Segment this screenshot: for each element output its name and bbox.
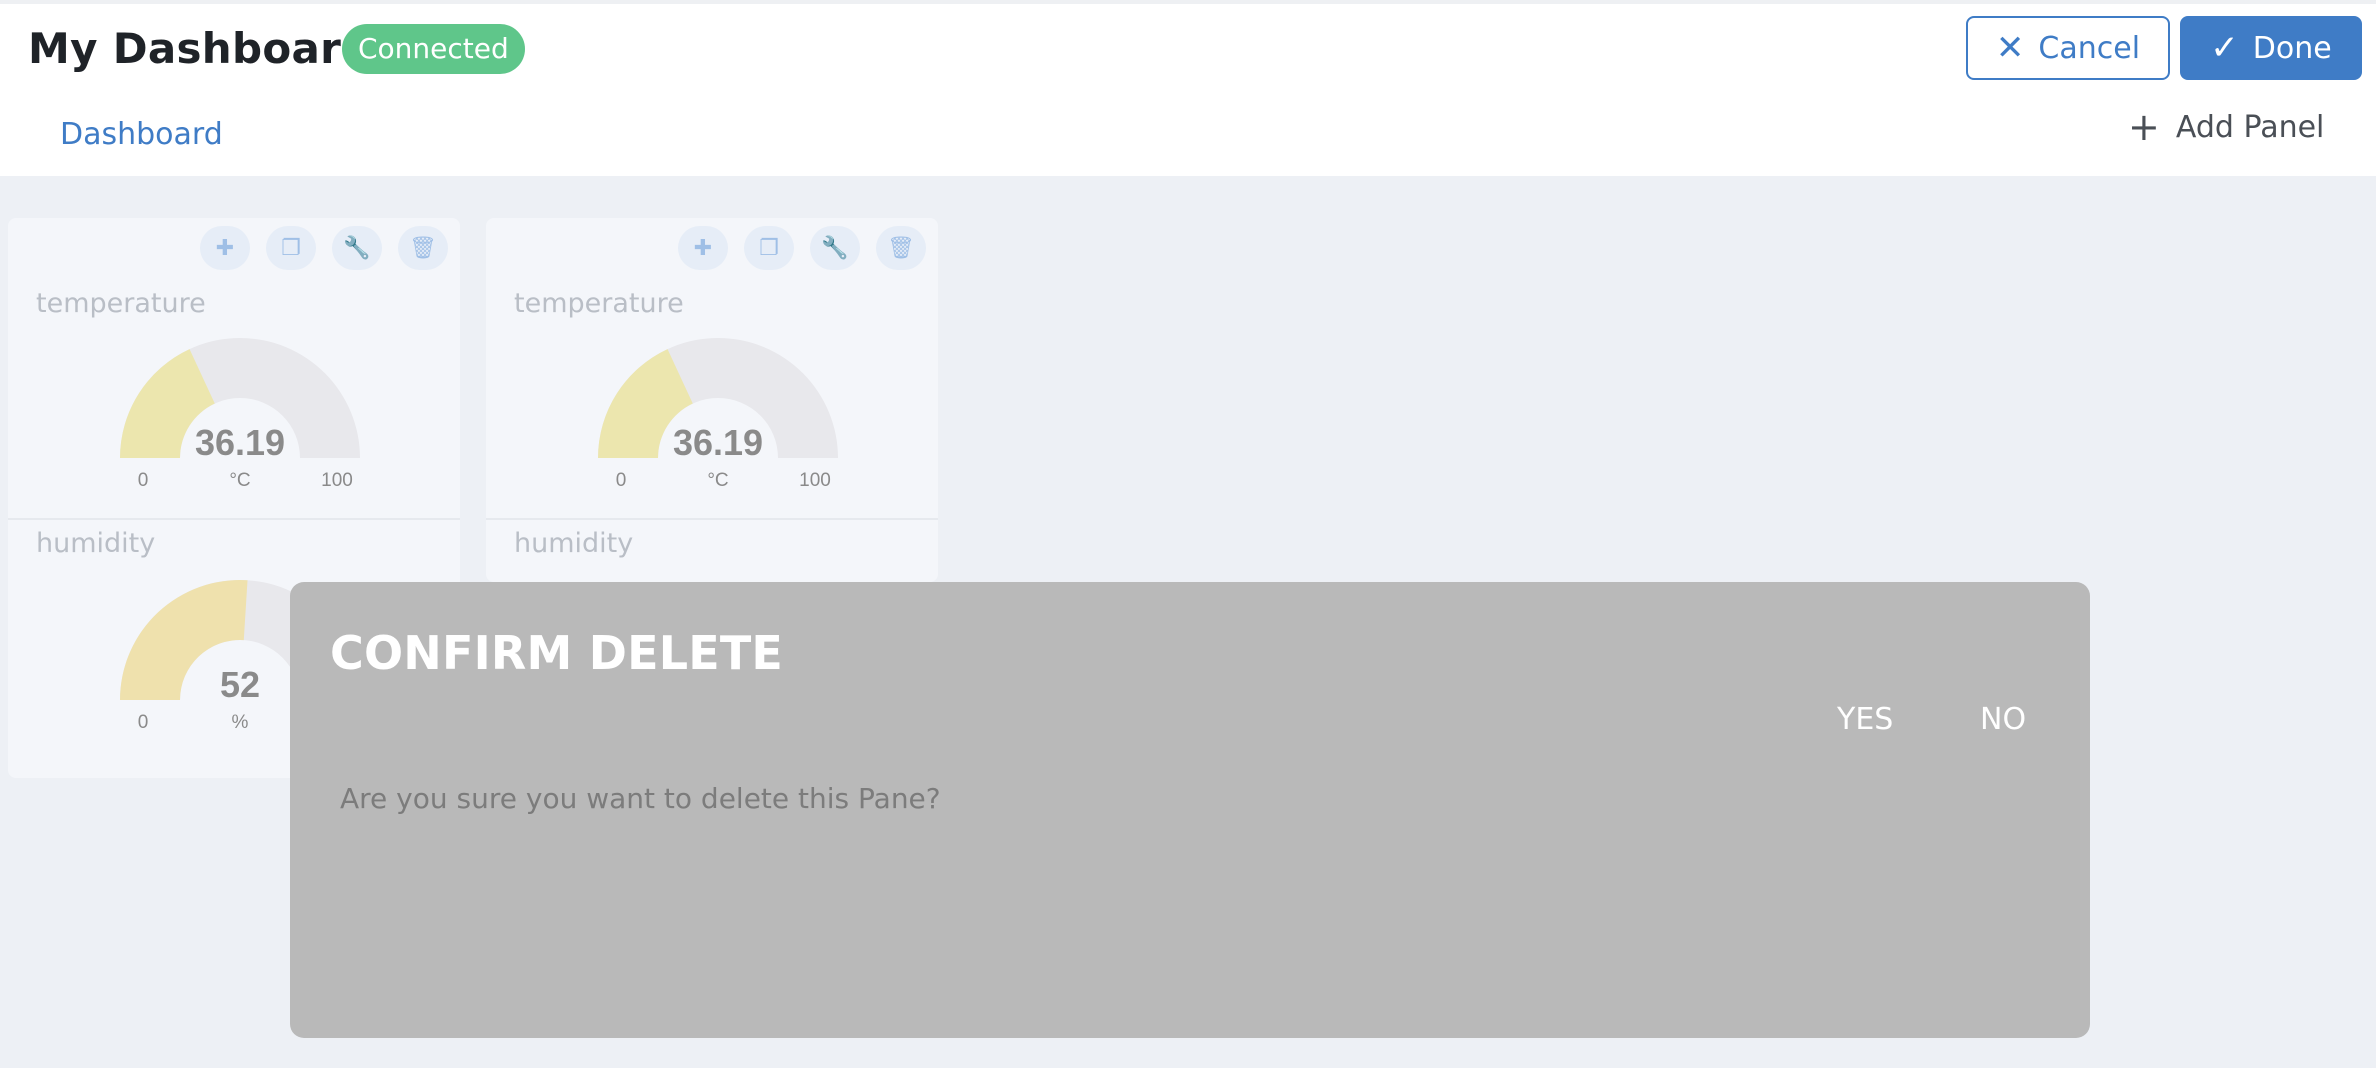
widget-title: temperature (36, 288, 206, 319)
pane-2: ✚ ❐ 🔧 🗑 temperature 36.19 °C 0 100 humid… (486, 218, 938, 582)
page-title: My Dashboard (28, 24, 372, 73)
top-header: My Dashboard Connected ✕ Cancel ✓ Done D… (0, 0, 2376, 176)
cancel-label: Cancel (2038, 30, 2141, 66)
done-button[interactable]: ✓ Done (2180, 16, 2362, 80)
gauge-widget: temperature 36.19 °C 0 100 (486, 218, 938, 491)
gauge-value: 36.19 (673, 422, 763, 463)
gauge-min: 0 (138, 712, 149, 733)
gauge-unit: °C (229, 470, 250, 491)
status-badge: Connected (342, 24, 525, 74)
confirm-delete-dialog: CONFIRM DELETE YES NO Are you sure you w… (290, 582, 2090, 1038)
gauge: 36.19 °C 0 100 (120, 338, 360, 491)
gauge-min: 0 (138, 470, 149, 491)
dialog-title: CONFIRM DELETE (330, 626, 784, 680)
dialog-message: Are you sure you want to delete this Pan… (340, 782, 941, 815)
no-button[interactable]: NO (1980, 702, 2026, 737)
add-panel-button[interactable]: + Add Panel (2128, 108, 2324, 146)
widget-title: humidity (514, 528, 634, 559)
gauge-max: 100 (321, 470, 353, 491)
gauge-unit: % (232, 712, 249, 733)
gauge-value: 52 (220, 664, 260, 705)
gauge-value: 36.19 (195, 422, 285, 463)
gauge-unit: °C (707, 470, 728, 491)
cancel-button[interactable]: ✕ Cancel (1966, 16, 2170, 80)
add-panel-label: Add Panel (2175, 109, 2325, 145)
widget-title: temperature (514, 288, 684, 319)
gauge-min: 0 (616, 470, 627, 491)
gauge-max: 100 (799, 470, 831, 491)
gauge: 36.19 °C 0 100 (598, 338, 838, 491)
done-label: Done (2252, 30, 2332, 66)
gauge-widget: temperature 36.19 °C 0 100 (8, 218, 460, 491)
dashboard-app: My Dashboard Connected ✕ Cancel ✓ Done D… (0, 0, 2376, 1068)
yes-button[interactable]: YES (1837, 702, 1893, 737)
tab-dashboard[interactable]: Dashboard (60, 117, 223, 152)
check-icon: ✓ (2210, 28, 2239, 68)
widget-title: humidity (36, 528, 156, 559)
close-icon: ✕ (1995, 28, 2025, 68)
plus-icon: + (2128, 105, 2160, 149)
